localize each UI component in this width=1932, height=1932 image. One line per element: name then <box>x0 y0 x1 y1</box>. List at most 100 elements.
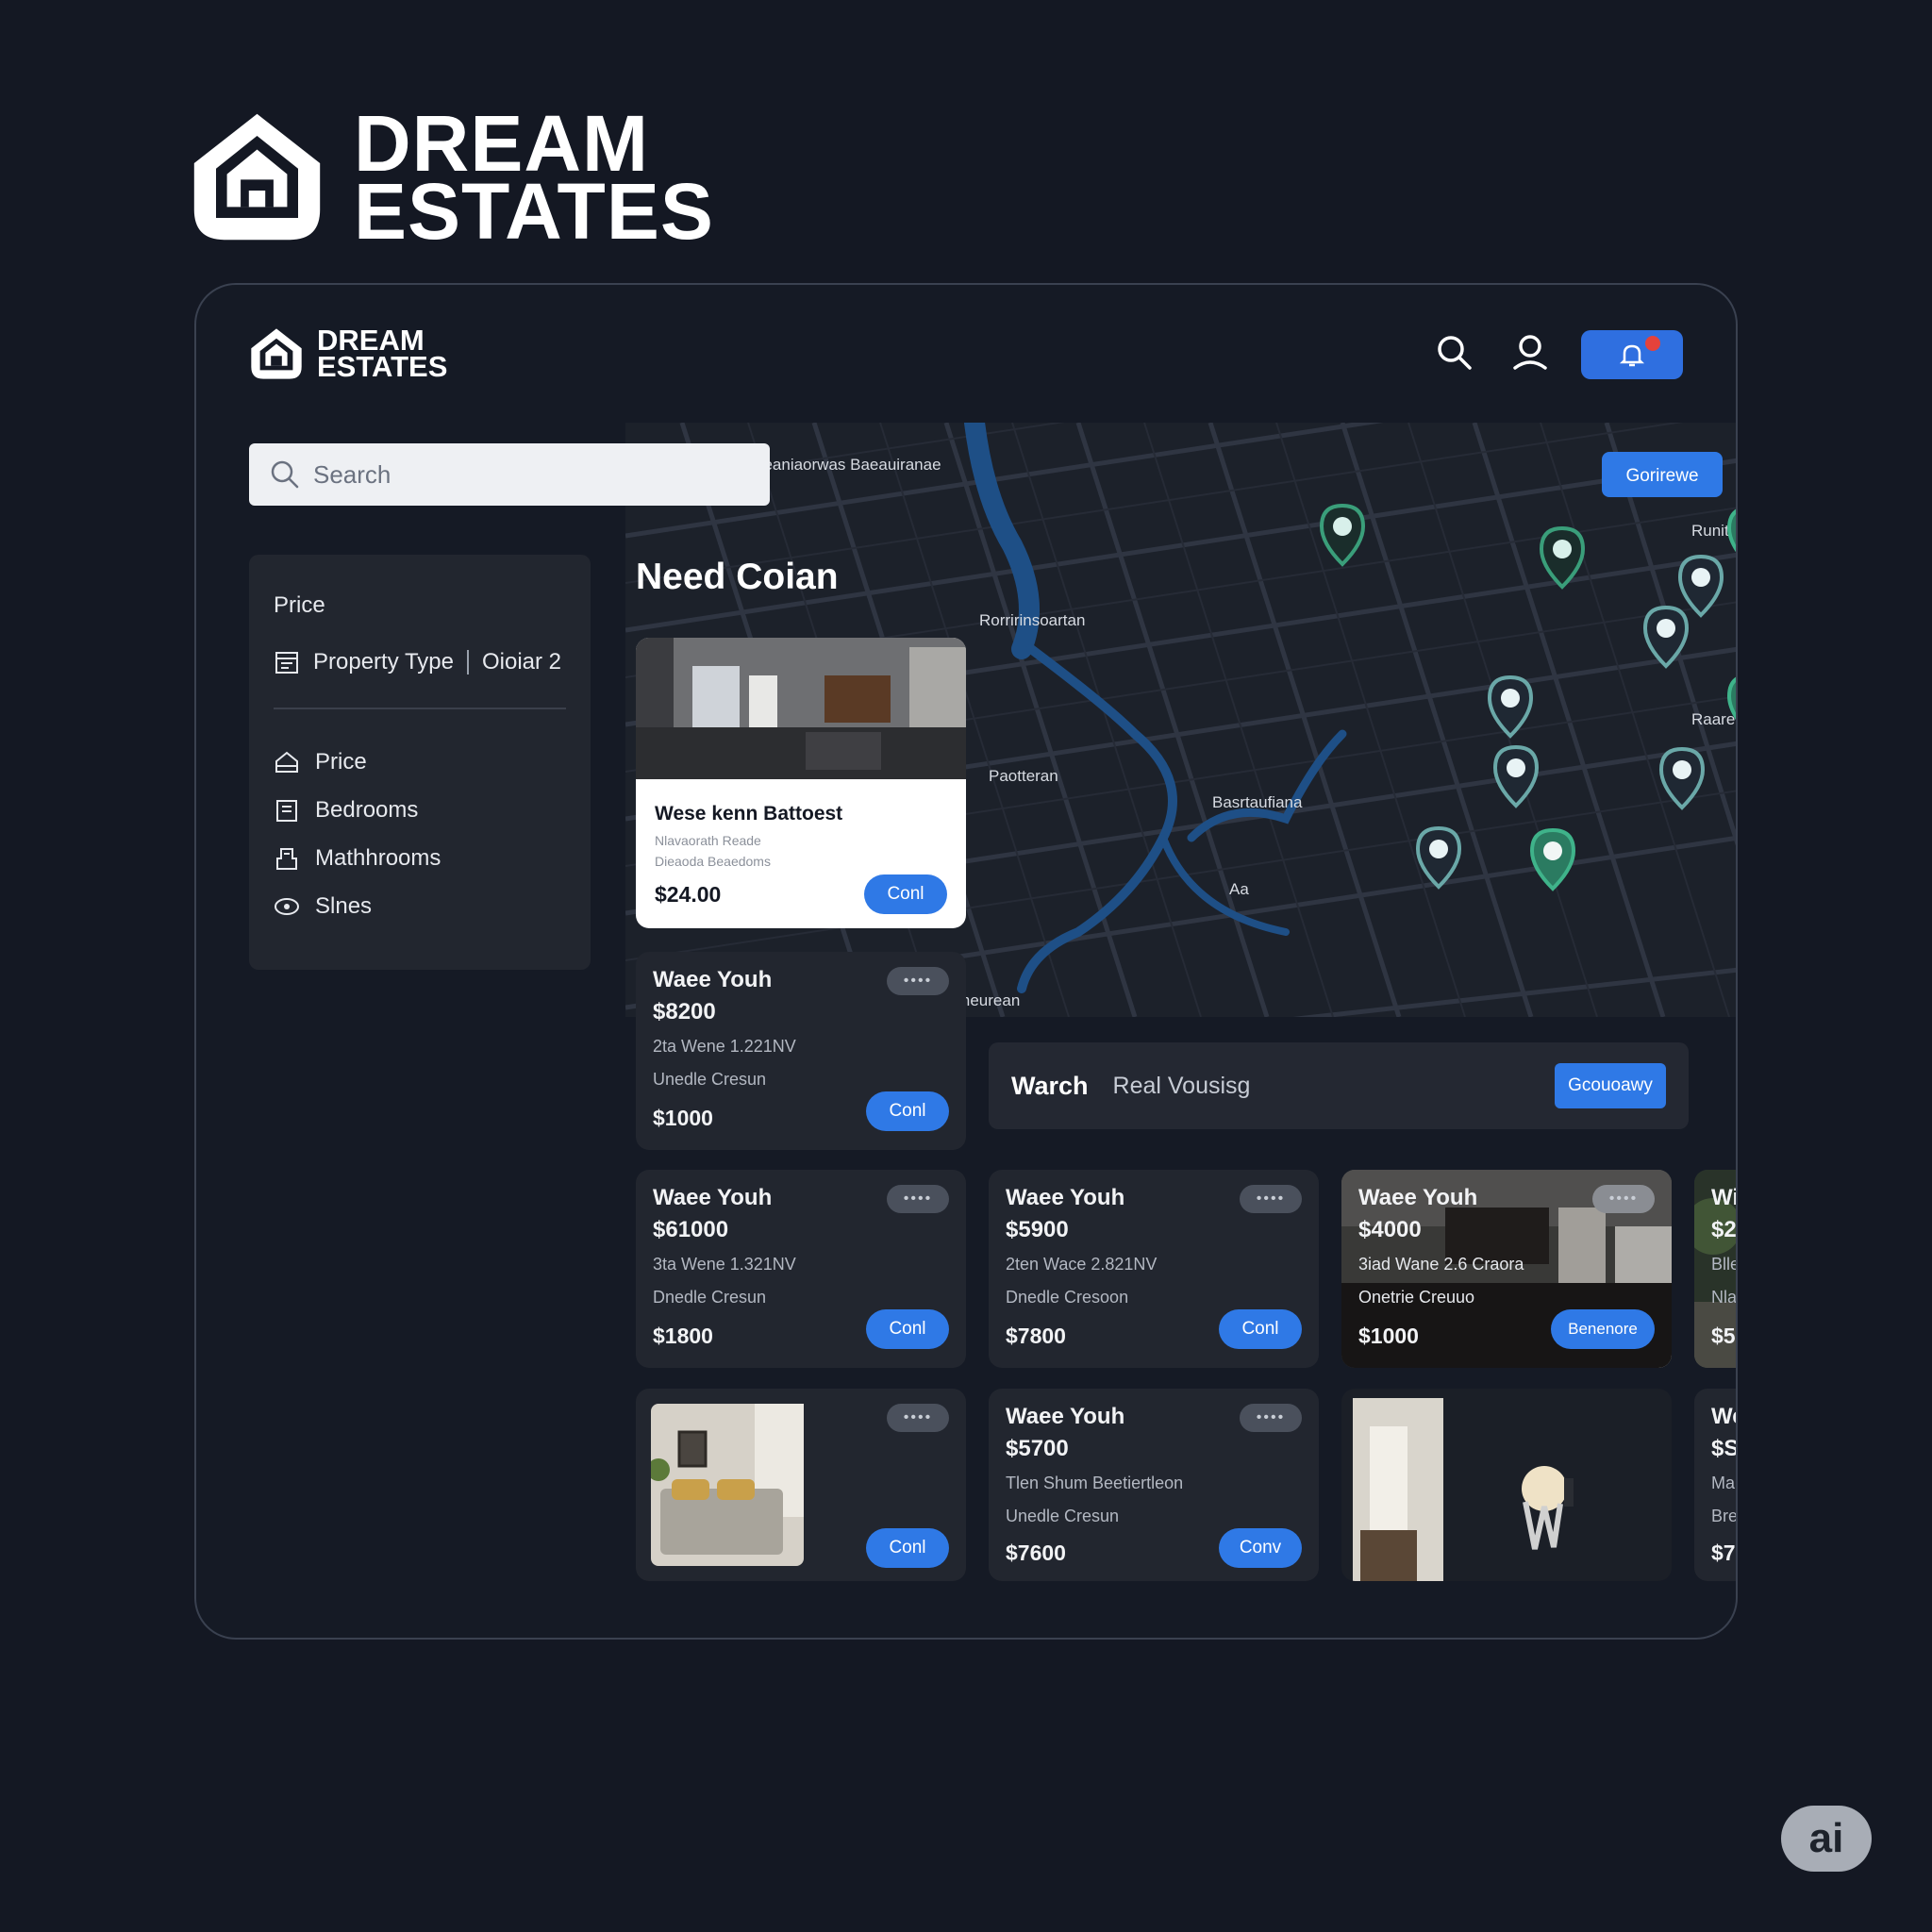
bed-icon <box>276 799 297 822</box>
search-icon[interactable] <box>1434 332 1475 374</box>
interior-photo <box>1353 1398 1574 1581</box>
listing-contact-button[interactable]: Conl <box>866 1309 949 1349</box>
property-type-filter[interactable]: Property Type Oioiar 2 <box>274 649 566 675</box>
featured-price: $24.00 <box>655 881 722 907</box>
search-input[interactable]: Search <box>313 460 391 490</box>
brand-line-2: ESTATES <box>354 166 714 256</box>
listing-detail: Tlen Shum Beetiertleon <box>1006 1474 1184 1492</box>
more-options-button[interactable]: •••• <box>887 1185 949 1213</box>
featured-contact-button[interactable]: Conl <box>864 874 947 914</box>
listing-contact-button[interactable]: Conv <box>1219 1528 1302 1568</box>
property-type-label: Property Type <box>313 649 454 675</box>
listing-amount: $7 <box>1711 1541 1736 1565</box>
divider <box>466 650 469 675</box>
listing-card-photo[interactable] <box>1341 1389 1672 1581</box>
listing-price: $5700 <box>1006 1436 1069 1461</box>
filter-item-price[interactable]: Price <box>274 738 566 786</box>
listing-price: $61000 <box>653 1217 729 1242</box>
ai-badge: ai <box>1781 1806 1872 1872</box>
filter-item-label: Price <box>315 748 367 774</box>
listing-price: $S <box>1711 1436 1738 1461</box>
notifications-button[interactable] <box>1581 330 1683 379</box>
watch-button[interactable]: Gcouoawy <box>1555 1063 1666 1108</box>
listing-card[interactable]: •••• Waee Youh $5900 2ten Wace 2.821NV D… <box>989 1170 1319 1368</box>
listing-contact-button[interactable]: Conl <box>866 1528 949 1568</box>
featured-listing-card[interactable]: Wese kenn Battoest Nlavaorath Reade Diea… <box>636 638 966 928</box>
map-label: Aa <box>1229 880 1249 898</box>
header-logo-line-2: ESTATES <box>317 350 448 383</box>
header-logo[interactable]: DREAM ESTATES <box>249 325 448 383</box>
more-options-button[interactable]: •••• <box>887 967 949 995</box>
listing-detail: Unedle Cresun <box>1006 1507 1120 1525</box>
featured-subtitle: Nlavaorath Reade <box>655 833 761 848</box>
user-icon[interactable] <box>1509 332 1551 374</box>
listing-detail: Unedle Cresun <box>653 1070 767 1089</box>
filter-item-label: Bedrooms <box>315 796 419 823</box>
filter-divider <box>274 708 566 709</box>
map-label: Rorririnsoartan <box>979 611 1085 629</box>
listing-amount: $5 <box>1711 1324 1736 1348</box>
filter-item-label: Mathhrooms <box>315 844 441 871</box>
section-title: Need Coian <box>636 557 839 597</box>
listing-amount: $7800 <box>1006 1324 1066 1348</box>
listing-detail: Nla <box>1711 1288 1738 1307</box>
filter-price-heading[interactable]: Price <box>274 592 566 619</box>
filter-item-label: Slnes <box>315 892 373 919</box>
listing-card-partial[interactable]: Wi $2 Blle Nla $5 <box>1694 1170 1738 1368</box>
listing-card[interactable]: •••• Waee Youh $5700 Tlen Shum Beetiertl… <box>989 1389 1319 1581</box>
map-label: Paotteran <box>989 767 1058 785</box>
filter-item-bathrooms[interactable]: Mathhrooms <box>274 834 566 882</box>
listing-title: We <box>1711 1404 1736 1429</box>
listing-detail: Dnedle Cresun <box>653 1288 767 1307</box>
bedroom-photo <box>651 1404 804 1566</box>
listing-price: $8200 <box>653 999 716 1024</box>
featured-subtitle: Dieaoda Beaedoms <box>655 854 771 869</box>
house-logo-icon <box>251 328 302 379</box>
map-button-label: Gorirewe <box>1625 466 1698 486</box>
listing-amount: $1800 <box>653 1324 713 1348</box>
map-button[interactable]: Gorirewe <box>1602 452 1723 497</box>
filter-item-sizes[interactable]: Slnes <box>274 882 566 930</box>
listing-detail: Ma <box>1711 1474 1736 1492</box>
eye-icon <box>275 897 299 915</box>
listing-detail: Blle <box>1711 1255 1738 1274</box>
listing-detail: Bre <box>1711 1507 1738 1525</box>
listing-title: Wi <box>1711 1185 1738 1210</box>
more-options-button[interactable]: •••• <box>887 1404 949 1432</box>
listing-card-partial[interactable]: We $S Ma Bre $7 <box>1694 1389 1738 1581</box>
search-bar[interactable]: Search <box>249 443 770 506</box>
map-label: Basrtaufiana <box>1212 793 1303 811</box>
notification-badge <box>1645 336 1660 351</box>
listing-title: Waee Youh <box>1358 1185 1478 1210</box>
more-options-button[interactable]: •••• <box>1240 1185 1302 1213</box>
listing-price: $5900 <box>1006 1217 1069 1242</box>
listing-contact-button[interactable]: Conl <box>866 1091 949 1131</box>
listing-contact-button[interactable]: Benenore <box>1551 1309 1655 1349</box>
more-options-button[interactable]: •••• <box>1240 1404 1302 1432</box>
bath-icon <box>276 847 297 870</box>
house-logo-icon <box>193 113 321 241</box>
filter-panel: Price Property Type Oioiar 2 Price Bedro… <box>249 555 591 970</box>
listing-card[interactable]: •••• Conl <box>636 1389 966 1581</box>
listing-price: $4000 <box>1358 1217 1422 1242</box>
listing-contact-button[interactable]: Conl <box>1219 1309 1302 1349</box>
watch-title: Warch <box>1011 1071 1089 1100</box>
listing-amount: $1000 <box>1358 1324 1419 1348</box>
interior-photo <box>636 638 966 779</box>
listing-detail: Onetrie Creuuo <box>1358 1288 1475 1307</box>
listing-card[interactable]: •••• Waee Youh $8200 2ta Wene 1.221NV Un… <box>636 952 966 1150</box>
listing-detail: 3iad Wane 2.6 Craora <box>1358 1255 1524 1274</box>
listing-detail: 3ta Wene 1.321NV <box>653 1255 796 1274</box>
listing-card[interactable]: •••• Waee Youh $61000 3ta Wene 1.321NV D… <box>636 1170 966 1368</box>
featured-title: Wese kenn Battoest <box>655 803 843 824</box>
listing-amount: $1000 <box>653 1106 713 1130</box>
listing-detail: Dnedle Cresoon <box>1006 1288 1129 1307</box>
app-window: DREAM ESTATES Boreaniaorwas Baeauiranae … <box>194 283 1738 1640</box>
watch-bar: Warch Real Vousisg Gcouoawy <box>989 1042 1689 1129</box>
search-icon <box>271 460 299 489</box>
filter-item-bedrooms[interactable]: Bedrooms <box>274 786 566 834</box>
home-icon <box>275 751 298 773</box>
listing-card-photo[interactable]: •••• Waee Youh $4000 3iad Wane 2.6 Craor… <box>1341 1170 1672 1368</box>
watch-subtitle: Real Vousisg <box>1112 1072 1251 1099</box>
listing-amount: $7600 <box>1006 1541 1066 1565</box>
